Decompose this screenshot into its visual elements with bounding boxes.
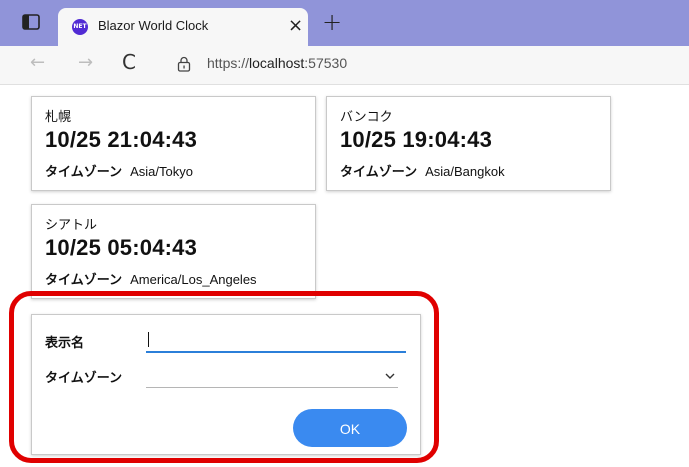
new-tab-icon[interactable]: +: [322, 8, 342, 36]
timezone-value: Asia/Tokyo: [130, 164, 193, 179]
clock-time: 10/25 19:04:43: [340, 127, 493, 152]
clock-time: 10/25 21:04:43: [45, 127, 198, 152]
browser-tab-bar: NET Blazor World Clock × +: [0, 0, 689, 46]
clock-time: 10/25 05:04:43: [45, 235, 198, 260]
tab-actions-icon[interactable]: [22, 14, 40, 30]
clock-timezone: タイムゾーン Asia/Tokyo: [45, 161, 193, 180]
tab-title: Blazor World Clock: [98, 18, 209, 33]
browser-toolbar: ← → C https://localhost:57530: [0, 46, 689, 85]
clock-card-seattle: シアトル 10/25 05:04:43 タイムゾーン America/Los_An…: [31, 204, 316, 299]
address-bar[interactable]: https://localhost:57530: [207, 55, 347, 71]
clock-name: バンコク: [340, 110, 393, 125]
timezone-label: タイムゾーン: [340, 165, 418, 180]
browser-tab[interactable]: NET Blazor World Clock ×: [58, 8, 308, 46]
clock-card-bangkok: バンコク 10/25 19:04:43 タイムゾーン Asia/Bangkok: [326, 96, 611, 191]
clock-card-sapporo: 札幌 10/25 21:04:43 タイムゾーン Asia/Tokyo: [31, 96, 316, 191]
timezone-value: Asia/Bangkok: [425, 164, 505, 179]
forward-icon[interactable]: →: [78, 52, 93, 73]
dotnet-favicon-icon: NET: [72, 19, 88, 35]
timezone-label: タイムゾーン: [45, 165, 123, 180]
lock-icon[interactable]: [177, 56, 191, 72]
url-host: localhost: [249, 55, 305, 71]
clock-timezone: タイムゾーン Asia/Bangkok: [340, 161, 505, 180]
back-icon[interactable]: ←: [30, 52, 45, 73]
clock-name: 札幌: [45, 110, 72, 125]
url-scheme: https://: [207, 55, 250, 71]
close-tab-icon[interactable]: ×: [288, 15, 303, 36]
reload-icon[interactable]: C: [122, 50, 136, 74]
form-highlight-outline: [9, 291, 439, 463]
clock-timezone: タイムゾーン America/Los_Angeles: [45, 269, 257, 288]
timezone-value: America/Los_Angeles: [130, 272, 257, 287]
timezone-label: タイムゾーン: [45, 273, 123, 288]
url-port: :57530: [304, 55, 348, 71]
clock-name: シアトル: [45, 218, 98, 233]
